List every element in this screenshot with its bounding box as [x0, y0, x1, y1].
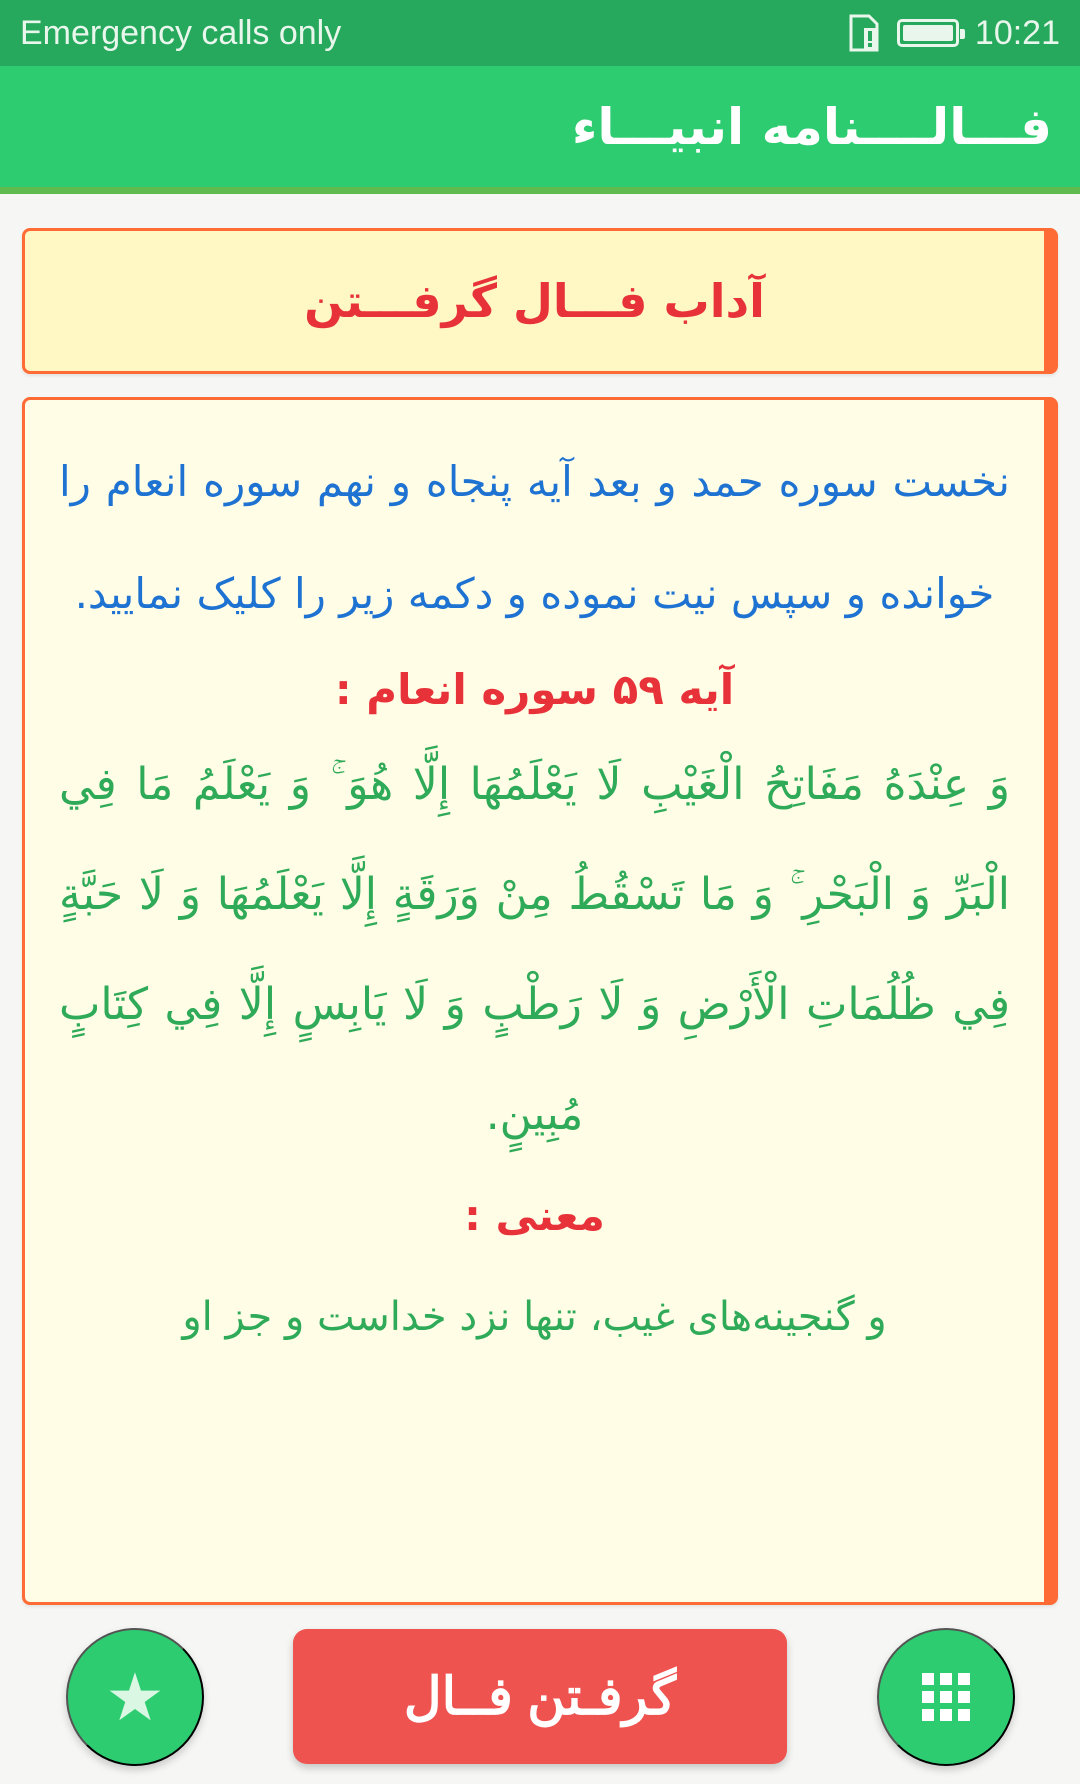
meaning-heading: معنی : [464, 1191, 605, 1240]
meaning-text: و گنجینه‌های غیب، تنها نزد خداست و جز او [182, 1294, 887, 1340]
apps-grid-icon [922, 1673, 970, 1721]
apps-menu-button[interactable] [877, 1628, 1015, 1766]
instruction-text: نخست سوره حمد و بعد آیه پنجاه و نهم سوره… [59, 457, 1010, 618]
star-icon: ★ [105, 1660, 165, 1734]
carrier-text: Emergency calls only [20, 13, 342, 52]
instruction-card[interactable]: نخست سوره حمد و بعد آیه پنجاه و نهم سوره… [22, 397, 1058, 1605]
verse-heading: آیه ۵۹ سوره انعام : [334, 665, 735, 714]
etiquette-title: آداب فـــال گرفـــتن [304, 274, 765, 328]
battery-icon [896, 19, 965, 47]
app-title: فـــالــــنامه انبیـــاء [571, 97, 1052, 156]
clock: 10:21 [974, 13, 1060, 52]
etiquette-header-card: آداب فـــال گرفـــتن [22, 228, 1058, 374]
favorites-button[interactable]: ★ [66, 1628, 204, 1766]
instruction-content: نخست سوره حمد و بعد آیه پنجاه و نهم سوره… [59, 426, 1010, 1372]
verse-text: وَ عِنْدَهُ مَفَاتِحُ الْغَيْبِ لَا يَعْ… [59, 759, 1010, 1140]
app-bar: فـــالــــنامه انبیـــاء [0, 66, 1080, 194]
status-bar: Emergency calls only 10:21 [0, 0, 1080, 66]
sim-alert-icon [849, 14, 879, 52]
status-icons: 10:21 [847, 14, 1060, 53]
take-fal-button[interactable]: گرفـتن فــال [293, 1629, 787, 1764]
